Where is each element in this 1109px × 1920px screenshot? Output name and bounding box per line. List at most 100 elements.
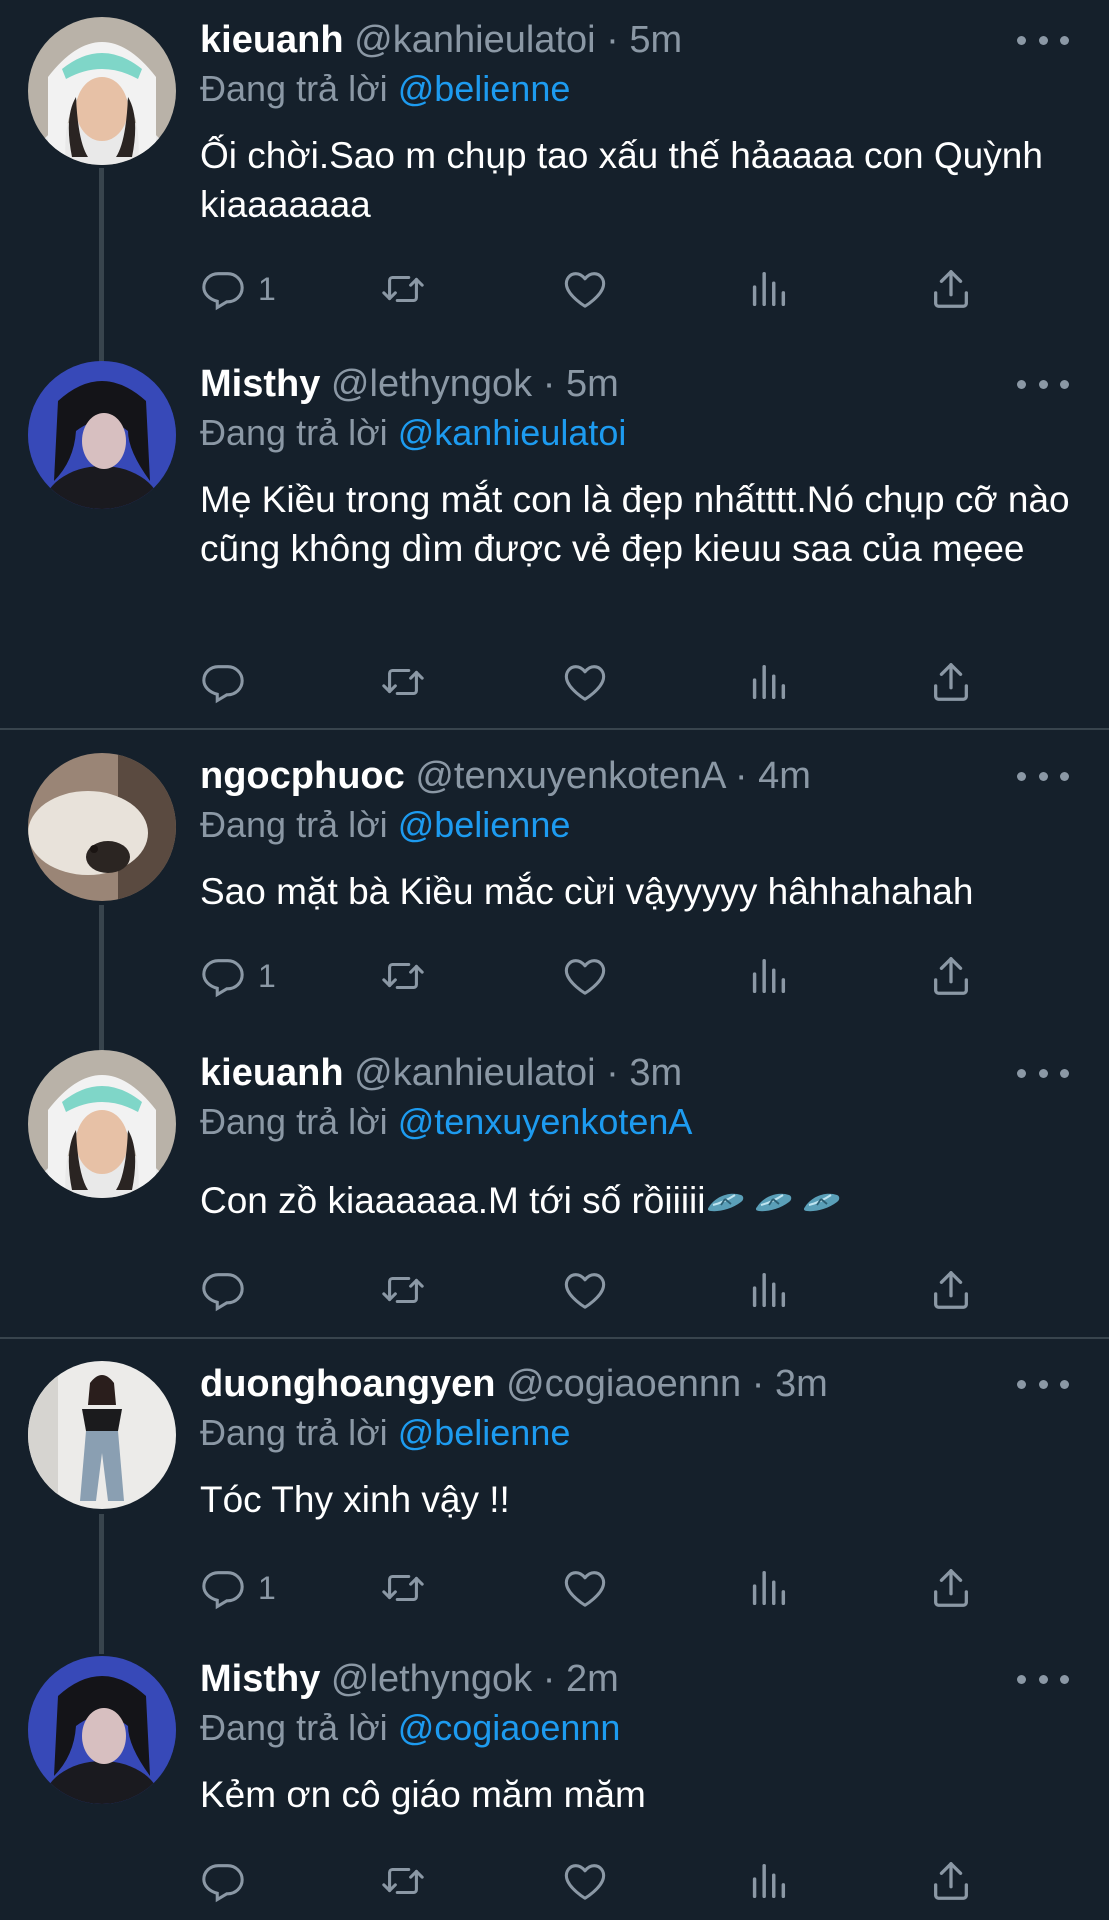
- avatar[interactable]: [28, 1050, 176, 1198]
- reply-prefix: Đang trả lời: [200, 804, 388, 845]
- tweet[interactable]: duonghoangyen @cogiaoennn · 3m Đang trả …: [0, 1361, 1109, 1611]
- retweet-button[interactable]: [380, 1856, 426, 1906]
- timestamp[interactable]: 2m: [566, 1658, 619, 1700]
- username[interactable]: @lethyngok: [331, 363, 532, 405]
- timestamp[interactable]: 3m: [629, 1052, 682, 1094]
- like-button[interactable]: [562, 1265, 608, 1315]
- reply-button[interactable]: 1: [200, 1563, 276, 1613]
- analytics-button[interactable]: [745, 657, 791, 707]
- username[interactable]: @lethyngok: [331, 1658, 532, 1700]
- flip-flop-emoji: [801, 1187, 841, 1217]
- reply-button[interactable]: 1: [200, 264, 276, 314]
- tweet[interactable]: kieuanh @kanhieulatoi · 5m Đang trả lời …: [0, 17, 1109, 317]
- analytics-button[interactable]: [745, 951, 791, 1001]
- flip-flop-emoji: [705, 1187, 745, 1217]
- reply-button[interactable]: [200, 657, 258, 707]
- tweet[interactable]: Misthy @lethyngok · 2m Đang trả lời @cog…: [0, 1656, 1109, 1920]
- mention-link[interactable]: @cogiaoennn: [398, 1707, 621, 1748]
- retweet-button[interactable]: [380, 951, 426, 1001]
- avatar[interactable]: [28, 17, 176, 165]
- mention-link[interactable]: @belienne: [398, 804, 571, 845]
- share-button[interactable]: [928, 264, 974, 314]
- display-name[interactable]: ngocphuoc: [200, 755, 405, 797]
- analytics-button[interactable]: [745, 264, 791, 314]
- share-button[interactable]: [928, 1265, 974, 1315]
- tweet[interactable]: ngocphuoc @tenxuyenkotenA · 4m Đang trả …: [0, 753, 1109, 1013]
- more-icon[interactable]: [1017, 1369, 1069, 1399]
- reply-context: Đang trả lời @belienne: [200, 803, 570, 847]
- reply-button[interactable]: 1: [200, 951, 276, 1001]
- mention-link[interactable]: @belienne: [398, 1412, 571, 1453]
- display-name[interactable]: Misthy: [200, 363, 320, 405]
- tweet[interactable]: Misthy @lethyngok · 5m Đang trả lời @kan…: [0, 361, 1109, 711]
- tweet-text: Mẹ Kiều trong mắt con là đẹp nhấtttt.Nó …: [200, 479, 1070, 569]
- reply-context: Đang trả lời @kanhieulatoi: [200, 411, 626, 455]
- analytics-icon: [745, 1858, 791, 1904]
- action-bar: 1: [200, 1563, 980, 1613]
- timestamp[interactable]: 5m: [566, 363, 619, 405]
- separator-dot: ·: [542, 1658, 556, 1700]
- action-bar: [200, 1856, 980, 1906]
- tweet-header: kieuanh @kanhieulatoi · 3m: [200, 1050, 682, 1096]
- reply-context: Đang trả lời @cogiaoennn: [200, 1706, 620, 1750]
- mention-link[interactable]: @tenxuyenkotenA: [398, 1101, 693, 1142]
- analytics-button[interactable]: [745, 1563, 791, 1613]
- reply-prefix: Đang trả lời: [200, 68, 388, 109]
- username[interactable]: @tenxuyenkotenA: [415, 755, 724, 797]
- timestamp[interactable]: 4m: [758, 755, 811, 797]
- like-button[interactable]: [562, 1563, 608, 1613]
- separator-dot: ·: [606, 19, 619, 61]
- heart-icon: [562, 1267, 608, 1313]
- reply-button[interactable]: [200, 1856, 258, 1906]
- display-name[interactable]: duonghoangyen: [200, 1363, 496, 1405]
- timestamp[interactable]: 3m: [775, 1363, 828, 1405]
- share-button[interactable]: [928, 1563, 974, 1613]
- tweet[interactable]: kieuanh @kanhieulatoi · 3m Đang trả lời …: [0, 1050, 1109, 1320]
- retweet-button[interactable]: [380, 1265, 426, 1315]
- avatar[interactable]: [28, 1361, 176, 1509]
- reply-count: 1: [258, 270, 276, 307]
- tweet-header: Misthy @lethyngok · 5m: [200, 361, 619, 407]
- display-name[interactable]: kieuanh: [200, 1052, 344, 1094]
- analytics-icon: [745, 1565, 791, 1611]
- more-icon[interactable]: [1017, 1664, 1069, 1694]
- username[interactable]: @cogiaoennn: [506, 1363, 741, 1405]
- like-button[interactable]: [562, 264, 608, 314]
- more-icon[interactable]: [1017, 25, 1069, 55]
- like-button[interactable]: [562, 1856, 608, 1906]
- username[interactable]: @kanhieulatoi: [354, 1052, 595, 1094]
- retweet-button[interactable]: [380, 657, 426, 707]
- separator-dot: ·: [606, 1052, 619, 1094]
- username[interactable]: @kanhieulatoi: [354, 19, 595, 61]
- avatar[interactable]: [28, 361, 176, 509]
- retweet-button[interactable]: [380, 1563, 426, 1613]
- mention-link[interactable]: @kanhieulatoi: [398, 412, 627, 453]
- reply-prefix: Đang trả lời: [200, 1101, 388, 1142]
- avatar[interactable]: [28, 753, 176, 901]
- timestamp[interactable]: 5m: [629, 19, 682, 61]
- share-button[interactable]: [928, 1856, 974, 1906]
- more-icon[interactable]: [1017, 369, 1069, 399]
- reply-context: Đang trả lời @belienne: [200, 67, 570, 111]
- display-name[interactable]: Misthy: [200, 1658, 320, 1700]
- tweet-text-content: Con zồ kiaaaaaa.M tới số rồiiiii: [200, 1180, 706, 1221]
- retweet-button[interactable]: [380, 264, 426, 314]
- analytics-button[interactable]: [745, 1856, 791, 1906]
- display-name[interactable]: kieuanh: [200, 19, 344, 61]
- mention-link[interactable]: @belienne: [398, 68, 571, 109]
- reply-button[interactable]: [200, 1265, 258, 1315]
- analytics-button[interactable]: [745, 1265, 791, 1315]
- tweet-text: Con zồ kiaaaaaa.M tới số rồiiiii: [200, 1176, 1080, 1225]
- avatar[interactable]: [28, 1656, 176, 1804]
- separator: [0, 1337, 1109, 1339]
- like-button[interactable]: [562, 951, 608, 1001]
- analytics-icon: [745, 1267, 791, 1313]
- share-button[interactable]: [928, 951, 974, 1001]
- tweet-header: kieuanh @kanhieulatoi · 5m: [200, 17, 682, 63]
- more-icon[interactable]: [1017, 761, 1069, 791]
- like-button[interactable]: [562, 657, 608, 707]
- retweet-icon: [380, 1565, 426, 1611]
- share-button[interactable]: [928, 657, 974, 707]
- more-icon[interactable]: [1017, 1058, 1069, 1088]
- separator-dot: ·: [751, 1363, 765, 1405]
